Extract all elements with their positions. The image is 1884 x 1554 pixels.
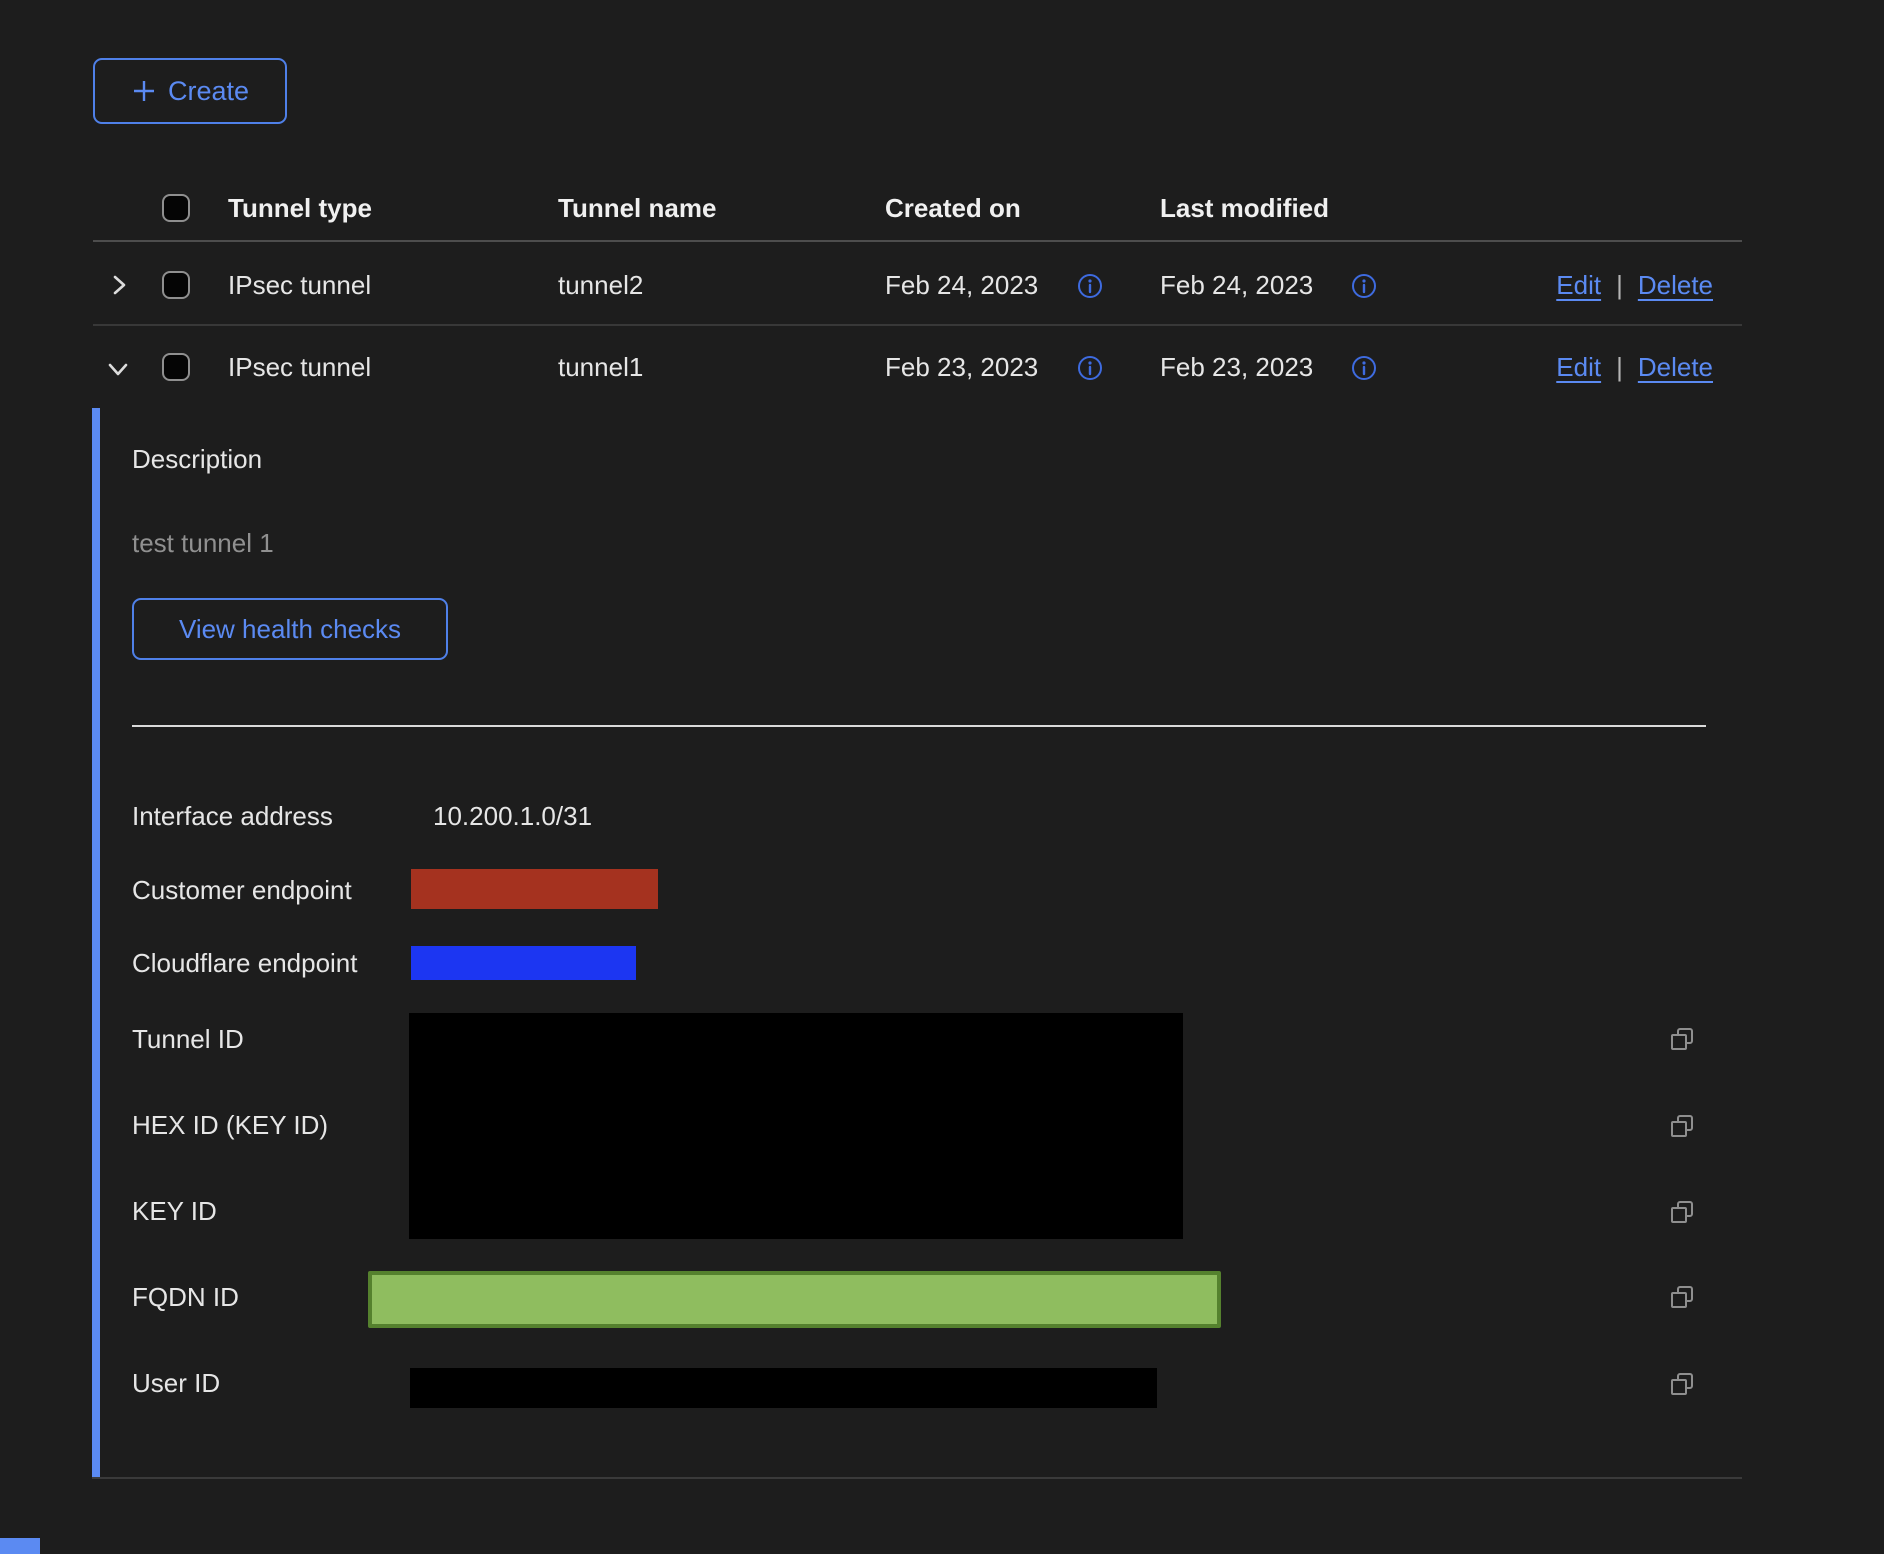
copy-icon[interactable] <box>1668 1025 1696 1053</box>
info-icon[interactable] <box>1351 273 1377 299</box>
cloudflare-endpoint-label: Cloudflare endpoint <box>132 947 358 980</box>
header-divider <box>93 240 1742 242</box>
column-header-created-on: Created on <box>885 192 1021 225</box>
chevron-right-icon[interactable] <box>105 271 133 299</box>
tunnel-name-cell: tunnel2 <box>558 269 643 302</box>
edit-link[interactable]: Edit <box>1556 351 1601 384</box>
hex-id-label: HEX ID (KEY ID) <box>132 1109 328 1142</box>
view-health-checks-button[interactable]: View health checks <box>132 598 448 660</box>
expanded-row-accent-bar <box>92 408 100 1478</box>
column-header-last-modified: Last modified <box>1160 192 1329 225</box>
fqdn-id-label: FQDN ID <box>132 1281 239 1314</box>
row-divider <box>93 324 1742 326</box>
row-checkbox[interactable] <box>162 271 190 299</box>
create-button[interactable]: Create <box>93 58 287 124</box>
ids-redacted-value <box>409 1013 1183 1239</box>
view-health-checks-label: View health checks <box>179 614 401 645</box>
action-separator: | <box>1616 352 1623 383</box>
cloudflare-endpoint-redacted-value <box>411 946 636 980</box>
tunnel-name-cell: tunnel1 <box>558 351 643 384</box>
info-icon[interactable] <box>1077 273 1103 299</box>
row-actions: Edit | Delete <box>1556 269 1713 302</box>
last-modified-cell: Feb 24, 2023 <box>1160 269 1313 302</box>
column-header-tunnel-type: Tunnel type <box>228 192 372 225</box>
key-id-label: KEY ID <box>132 1195 217 1228</box>
user-id-redacted-value <box>410 1368 1157 1408</box>
fqdn-id-redacted-value <box>368 1271 1221 1328</box>
copy-icon[interactable] <box>1668 1112 1696 1140</box>
interface-address-value: 10.200.1.0/31 <box>433 800 592 833</box>
plus-icon <box>131 78 157 104</box>
create-button-label: Create <box>168 76 249 107</box>
tunnel-type-cell: IPsec tunnel <box>228 351 371 384</box>
created-on-cell: Feb 24, 2023 <box>885 269 1038 302</box>
row-checkbox[interactable] <box>162 353 190 381</box>
last-modified-cell: Feb 23, 2023 <box>1160 351 1313 384</box>
bottom-corner-widget-fragment[interactable] <box>0 1538 40 1554</box>
customer-endpoint-redacted-value <box>411 869 658 909</box>
info-icon[interactable] <box>1077 355 1103 381</box>
chevron-down-icon[interactable] <box>103 355 133 383</box>
created-on-cell: Feb 23, 2023 <box>885 351 1038 384</box>
select-all-checkbox[interactable] <box>162 194 190 222</box>
detail-divider <box>132 725 1706 727</box>
row-actions: Edit | Delete <box>1556 351 1713 384</box>
edit-link[interactable]: Edit <box>1556 269 1601 302</box>
tunnel-id-label: Tunnel ID <box>132 1023 244 1056</box>
customer-endpoint-label: Customer endpoint <box>132 874 352 907</box>
delete-link[interactable]: Delete <box>1638 269 1713 302</box>
copy-icon[interactable] <box>1668 1283 1696 1311</box>
description-label: Description <box>132 443 262 476</box>
tunnel-type-cell: IPsec tunnel <box>228 269 371 302</box>
copy-icon[interactable] <box>1668 1370 1696 1398</box>
column-header-tunnel-name: Tunnel name <box>558 192 716 225</box>
copy-icon[interactable] <box>1668 1198 1696 1226</box>
delete-link[interactable]: Delete <box>1638 351 1713 384</box>
interface-address-label: Interface address <box>132 800 333 833</box>
description-value: test tunnel 1 <box>132 527 274 560</box>
action-separator: | <box>1616 270 1623 301</box>
user-id-label: User ID <box>132 1367 220 1400</box>
info-icon[interactable] <box>1351 355 1377 381</box>
ipsec-tunnels-page: Create Tunnel type Tunnel name Created o… <box>0 0 1884 1554</box>
table-bottom-divider <box>92 1477 1742 1479</box>
